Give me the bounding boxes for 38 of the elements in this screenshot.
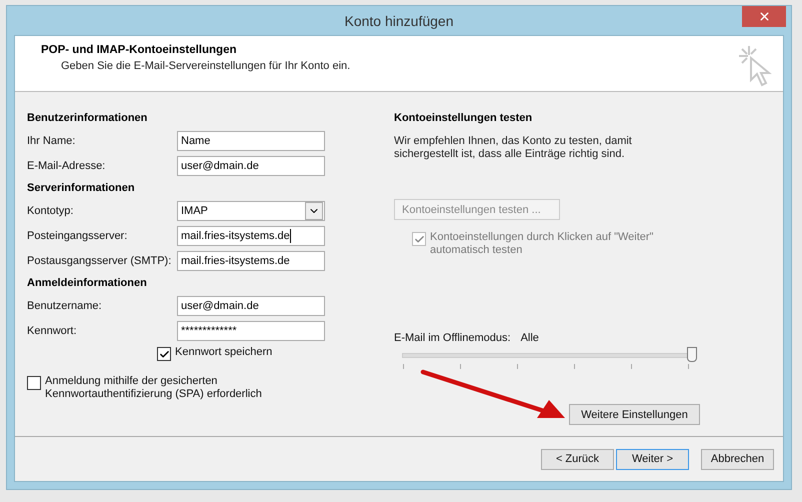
input-field[interactable]: Name: [177, 130, 325, 150]
account-type-dropdown[interactable]: IMAP: [177, 200, 325, 220]
page-subtitle: Geben Sie die E-Mail-Servereinstellungen für Ihr Konto ein.: [61, 60, 350, 72]
field-label: Benutzername:: [27, 300, 103, 312]
field-label: Kontotyp:: [27, 204, 74, 216]
close-button[interactable]: [742, 6, 786, 27]
section-heading: Benutzerinformationen: [27, 111, 148, 126]
description-text: Wir empfehlen Ihnen, das Konto zu testen, damit sichergestellt ist, dass alle Einträge richtig sind.: [394, 135, 633, 161]
input-field[interactable]: mail.fries-itsystems.de: [177, 226, 325, 246]
checkbox-label: Kontoeinstellungen durch Klicken auf "Weiter" automatisch testen: [430, 231, 654, 257]
field-label: Ihr Name:: [27, 134, 76, 146]
offline-label: E-Mail im Offlinemodus:: [394, 332, 511, 344]
dialog-button[interactable]: Weiter >: [616, 448, 689, 470]
more-settings-button[interactable]: Weitere Einstellungen: [569, 404, 700, 425]
checkbox-label: Kennwort speichern: [175, 346, 272, 359]
close-icon: [758, 10, 770, 23]
input-field[interactable]: mail.fries-itsystems.de: [177, 250, 325, 270]
page-title: POP- und IMAP-Kontoeinstellungen: [41, 44, 238, 56]
section-heading: Serverinformationen: [27, 181, 136, 196]
checkbox[interactable]: [27, 376, 41, 390]
dialog-button[interactable]: < Zurück: [541, 448, 614, 470]
slider-thumb[interactable]: [687, 347, 697, 362]
input-field[interactable]: user@dmain.de: [177, 296, 325, 316]
checkbox-label: Anmeldung mithilfe der gesicherten Kennwortauthentifizierung (SPA) erforderlich: [45, 375, 263, 401]
input-field[interactable]: *************: [177, 320, 325, 340]
field-label: Kennwort:: [27, 324, 78, 336]
section-heading: Kontoeinstellungen testen: [394, 111, 534, 126]
check-icon: [414, 234, 424, 244]
check-icon: [158, 348, 170, 360]
field-label: E-Mail-Adresse:: [27, 160, 106, 172]
field-label: Postausgangsserver (SMTP):: [27, 254, 172, 266]
offline-value: Alle: [520, 332, 539, 344]
field-label: Posteingangsserver:: [27, 230, 128, 242]
dialog-button[interactable]: Abbrechen: [701, 448, 774, 470]
input-field[interactable]: user@dmain.de: [177, 156, 325, 176]
window-title: Konto hinzufügen: [344, 12, 454, 28]
checkbox[interactable]: [157, 347, 171, 361]
section-heading: Anmeldeinformationen: [27, 276, 148, 291]
